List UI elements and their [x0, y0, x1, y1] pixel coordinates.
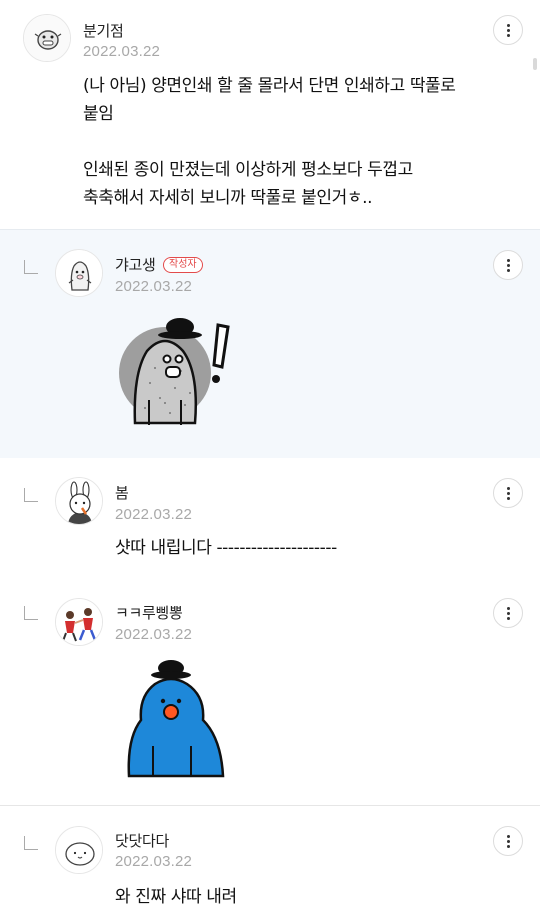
kebab-dot-icon [507, 840, 510, 843]
comment-item: 분기점 2022.03.22 (나 아님) 양면인쇄 할 줄 몰라서 단면 인쇄… [0, 0, 540, 229]
kebab-dot-icon [507, 34, 510, 37]
comment-nickname[interactable]: ㅋㅋ루삥뽕 [115, 602, 183, 623]
penguin-icon [56, 250, 102, 296]
comment-date: 2022.03.22 [115, 506, 193, 523]
round-face-icon [56, 827, 102, 873]
reply-arrow-icon [24, 488, 38, 502]
more-options-button[interactable] [493, 15, 523, 45]
avatar[interactable] [55, 249, 103, 297]
kebab-dot-icon [507, 612, 510, 615]
kebab-dot-icon [507, 497, 510, 500]
reply-comment-item: 갸고생 작성자 2022.03.22 [0, 229, 540, 458]
kebab-dot-icon [507, 24, 510, 27]
avatar[interactable] [55, 598, 103, 646]
kebab-dot-icon [507, 29, 510, 32]
avatar[interactable] [55, 826, 103, 874]
avatar[interactable] [55, 477, 103, 525]
more-options-button[interactable] [493, 478, 523, 508]
avatar[interactable] [23, 14, 71, 62]
comment-date: 2022.03.22 [115, 626, 193, 643]
comment-text: 샷따 내립니다 --------------------- [115, 538, 337, 558]
kebab-dot-icon [507, 269, 510, 272]
comment-date: 2022.03.22 [115, 853, 193, 870]
reply-arrow-icon [24, 606, 38, 620]
more-options-button[interactable] [493, 250, 523, 280]
scrollbar-thumb[interactable] [533, 58, 537, 70]
comment-nickname[interactable]: 분기점 [83, 20, 124, 41]
blue-hat-sticker[interactable] [125, 658, 227, 778]
kebab-dot-icon [507, 845, 510, 848]
gray-hat-sticker[interactable] [115, 313, 240, 428]
reply-comment-item: 닷닷다다 2022.03.22 와 진짜 샤따 내려 [0, 806, 540, 920]
smiling-face-icon [24, 15, 70, 61]
reply-arrow-icon [24, 836, 38, 850]
comment-date: 2022.03.22 [115, 278, 193, 295]
rabbit-icon [56, 478, 102, 524]
reply-arrow-icon [24, 260, 38, 274]
kebab-dot-icon [507, 835, 510, 838]
more-options-button[interactable] [493, 598, 523, 628]
kebab-dot-icon [507, 259, 510, 262]
author-badge: 작성자 [163, 257, 203, 273]
comment-nickname[interactable]: 봄 [115, 482, 129, 503]
reply-comment-item: 봄 2022.03.22 샷따 내립니다 -------------------… [0, 458, 540, 576]
comment-text: (나 아님) 양면인쇄 할 줄 몰라서 단면 인쇄하고 딱풀로 붙임 인쇄된 종… [83, 76, 456, 208]
comment-text: 와 진짜 샤따 내려 [115, 887, 237, 907]
reply-comment-item: ㅋㅋ루삥뽕 2022.03.22 [0, 576, 540, 806]
kebab-dot-icon [507, 492, 510, 495]
kebab-dot-icon [507, 487, 510, 490]
kebab-dot-icon [507, 617, 510, 620]
comment-nickname[interactable]: 닷닷다다 [115, 830, 169, 851]
kebab-dot-icon [507, 607, 510, 610]
comment-nickname[interactable]: 갸고생 [115, 254, 156, 275]
kebab-dot-icon [507, 264, 510, 267]
more-options-button[interactable] [493, 826, 523, 856]
dancing-people-icon [56, 599, 102, 645]
comment-date: 2022.03.22 [83, 43, 161, 60]
